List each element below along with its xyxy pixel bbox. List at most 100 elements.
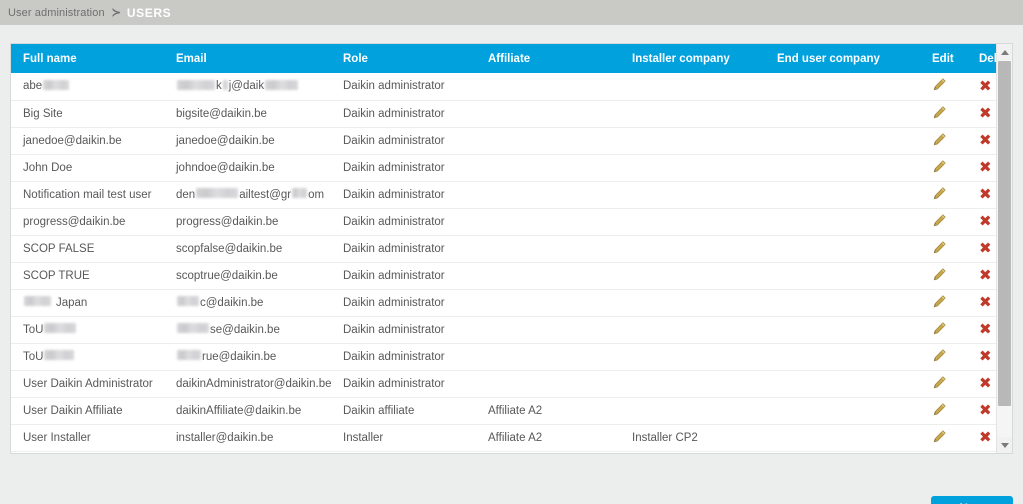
pencil-icon[interactable] — [932, 348, 948, 364]
cell-edit — [920, 343, 967, 371]
pencil-icon[interactable] — [932, 321, 948, 337]
cell-role: Daikin administrator — [331, 370, 476, 398]
cell-email-text: bigsite@daikin.be — [176, 107, 267, 120]
cell-role: Daikin administrator — [331, 316, 476, 344]
cell-installer-company — [620, 343, 765, 371]
red-cross-icon[interactable]: ✖ — [979, 430, 992, 445]
table-row[interactable]: ToU rue@daikin.be Daikin administrator ✖ — [11, 343, 997, 371]
table-row[interactable]: SCOP FALSE scopfalse@daikin.be Daikin admi… — [11, 235, 997, 263]
red-cross-icon[interactable]: ✖ — [979, 322, 992, 337]
red-cross-icon[interactable]: ✖ — [979, 133, 992, 148]
red-cross-icon[interactable]: ✖ — [979, 268, 992, 283]
cell-installer-company — [620, 289, 765, 317]
cell-delete: ✖ — [967, 424, 997, 452]
column-header-end-user-company[interactable]: End user company — [765, 44, 920, 73]
table-row[interactable]: User Daikin Affiliate daikinAffiliate@dai… — [11, 397, 997, 425]
red-cross-icon[interactable]: ✖ — [979, 214, 992, 229]
cell-installer-company — [620, 262, 765, 290]
cell-delete: ✖ — [967, 370, 997, 398]
column-header-installer-company[interactable]: Installer company — [620, 44, 765, 73]
cell-affiliate-text: Affiliate A2 — [488, 431, 543, 444]
table-row[interactable]: Notification mail test user den ailtest@gr… — [11, 181, 997, 209]
cell-email: daikinAffiliate@daikin.be — [164, 397, 331, 425]
cell-role-text: Daikin administrator — [343, 80, 445, 93]
red-cross-icon[interactable]: ✖ — [979, 349, 992, 364]
table-vertical-scrollbar[interactable] — [996, 44, 1012, 453]
cell-full-name: Big Site — [11, 100, 164, 128]
cell-affiliate — [476, 343, 620, 371]
red-cross-icon[interactable]: ✖ — [979, 241, 992, 256]
redacted-text — [177, 80, 215, 91]
scrollbar-thumb[interactable] — [998, 61, 1011, 406]
cell-full-name: Japan — [11, 289, 164, 317]
cell-installer-company — [620, 397, 765, 425]
pencil-icon[interactable] — [932, 159, 948, 175]
table-row[interactable]: User Installer installer@daikin.be Install… — [11, 424, 997, 452]
cell-role-text: Installer — [343, 431, 384, 444]
cell-edit — [920, 370, 967, 398]
cell-end-user-company — [765, 127, 920, 155]
cell-edit — [920, 235, 967, 263]
table-row[interactable]: janedoe@daikin.be janedoe@daikin.be Daikin… — [11, 127, 997, 155]
table-row[interactable]: User Daikin Administrator daikinAdministr… — [11, 370, 997, 398]
pencil-icon[interactable] — [932, 105, 948, 121]
cell-full-name-text: User Daikin Administrator — [23, 377, 153, 390]
redacted-text — [44, 350, 75, 361]
cell-role: Daikin administrator — [331, 289, 476, 317]
cell-full-name: ToU — [11, 343, 164, 371]
pencil-icon[interactable] — [932, 429, 948, 445]
cell-affiliate: Affiliate A2 — [476, 424, 620, 452]
cell-email: scoptrue@daikin.be — [164, 262, 331, 290]
column-header-full-name[interactable]: Full name — [11, 44, 164, 73]
breadcrumb-parent-link[interactable]: User administration — [8, 7, 105, 19]
cell-delete: ✖ — [967, 208, 997, 236]
cell-full-name-text: progress@daikin.be — [23, 215, 126, 228]
pencil-icon[interactable] — [932, 77, 948, 93]
red-cross-icon[interactable]: ✖ — [979, 106, 992, 121]
scroll-up-arrow-icon[interactable] — [997, 44, 1012, 60]
cell-installer-company: Installer CP2 — [620, 424, 765, 452]
breadcrumb: User administration ≻ USERS — [0, 0, 1023, 25]
red-cross-icon[interactable]: ✖ — [979, 376, 992, 391]
table-row[interactable]: John Doe johndoe@daikin.be Daikin administ… — [11, 154, 997, 182]
table-row[interactable]: ToU se@daikin.be Daikin administrator ✖ — [11, 316, 997, 344]
pencil-icon[interactable] — [932, 294, 948, 310]
cell-delete: ✖ — [967, 154, 997, 182]
pencil-icon[interactable] — [932, 375, 948, 391]
table-row[interactable]: progress@daikin.be progress@daikin.be Daik… — [11, 208, 997, 236]
red-cross-icon[interactable]: ✖ — [979, 187, 992, 202]
column-header-affiliate[interactable]: Affiliate — [476, 44, 620, 73]
scroll-down-arrow-icon[interactable] — [997, 437, 1012, 453]
cell-full-name: janedoe@daikin.be — [11, 127, 164, 155]
cell-end-user-company — [765, 316, 920, 344]
red-cross-icon[interactable]: ✖ — [979, 78, 992, 93]
red-cross-icon[interactable]: ✖ — [979, 403, 992, 418]
footer-actions: New — [10, 473, 1013, 504]
red-cross-icon[interactable]: ✖ — [979, 160, 992, 175]
pencil-icon[interactable] — [932, 267, 948, 283]
table-row[interactable]: Japan c@daikin.be Daikin administrator ✖ — [11, 289, 997, 317]
pencil-icon[interactable] — [932, 132, 948, 148]
cell-end-user-company — [765, 181, 920, 209]
cell-affiliate — [476, 181, 620, 209]
pencil-icon[interactable] — [932, 213, 948, 229]
column-header-role[interactable]: Role — [331, 44, 476, 73]
cell-role-text: Daikin administrator — [343, 377, 445, 390]
user-administration-page: User administration ≻ USERS Full name Em… — [0, 0, 1023, 504]
table-row[interactable]: SCOP TRUE scoptrue@daikin.be Daikin admini… — [11, 262, 997, 290]
cell-end-user-company — [765, 73, 920, 101]
cell-edit — [920, 127, 967, 155]
pencil-icon[interactable] — [932, 240, 948, 256]
column-header-email[interactable]: Email — [164, 44, 331, 73]
cell-email-text: j@daik — [228, 80, 265, 93]
table-row[interactable]: Big Site bigsite@daikin.be Daikin administ… — [11, 100, 997, 128]
pencil-icon[interactable] — [932, 186, 948, 202]
red-cross-icon[interactable]: ✖ — [979, 295, 992, 310]
cell-affiliate — [476, 289, 620, 317]
cell-installer-company — [620, 127, 765, 155]
pencil-icon[interactable] — [932, 402, 948, 418]
table-row[interactable]: abe k j@daik Daikin administrator ✖ — [11, 73, 997, 101]
new-user-button[interactable]: New — [931, 496, 1013, 504]
cell-end-user-company — [765, 289, 920, 317]
cell-full-name-text: SCOP FALSE — [23, 242, 95, 255]
